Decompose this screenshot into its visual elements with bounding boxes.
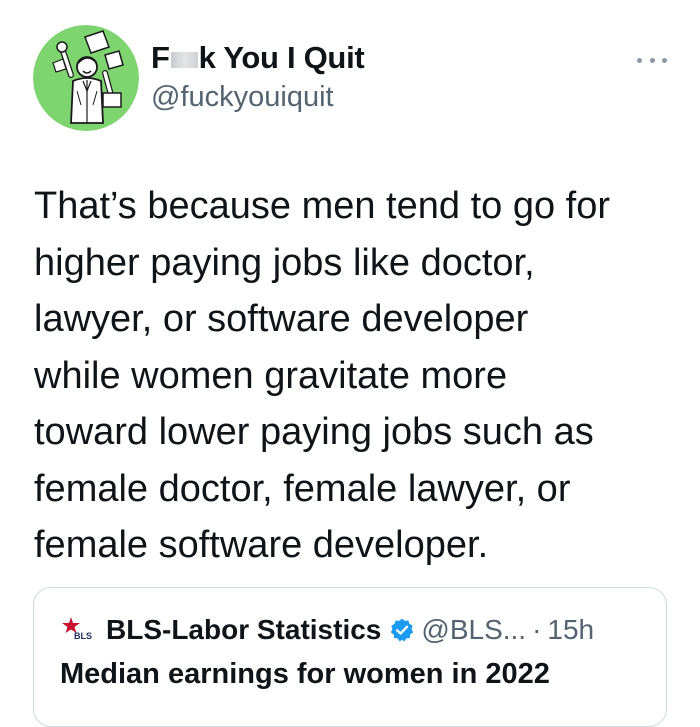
tweet-line: female software developer. (34, 524, 489, 566)
tweet-line: That’s because men tend to go for (34, 185, 610, 227)
quoted-timestamp[interactable]: 15h (547, 614, 594, 646)
quoted-tweet-text: Median earnings for women in 2022 (60, 658, 550, 690)
author-name-prefix: F (151, 40, 170, 75)
quoted-tweet-card[interactable]: BLS BLS-Labor Statistics @BLS... · 15h M… (33, 587, 667, 727)
censor-blur (170, 52, 198, 68)
verified-badge-icon (391, 618, 414, 642)
man-quitting-illustration-icon (33, 25, 139, 131)
tweet-line: higher paying jobs like doctor, (34, 241, 535, 284)
tweet-line: while women gravitate more (34, 354, 508, 397)
quoted-author-name[interactable]: BLS-Labor Statistics (106, 614, 381, 646)
quoted-tweet-header: BLS BLS-Labor Statistics @BLS... · 15h (60, 614, 594, 646)
tweet-line: female doctor, female lawyer, or (34, 467, 571, 510)
tweet-line: lawyer, or software developer (34, 298, 529, 340)
avatar[interactable] (33, 25, 139, 131)
author-name-suffix: k You I Quit (198, 40, 365, 75)
quoted-author-handle[interactable]: @BLS... (421, 614, 526, 646)
tweet-text: That’s because men tend to go for higher… (34, 178, 684, 574)
svg-text:BLS: BLS (74, 631, 92, 641)
author-handle[interactable]: @fuckyouiquit (151, 81, 334, 114)
bls-logo-icon: BLS (62, 617, 92, 641)
separator-dot: · (532, 614, 542, 645)
author-name[interactable]: F k You I Quit (151, 40, 365, 76)
tweet-line: toward lower paying jobs such as (34, 411, 594, 453)
more-horizontal-icon[interactable] (637, 53, 667, 67)
